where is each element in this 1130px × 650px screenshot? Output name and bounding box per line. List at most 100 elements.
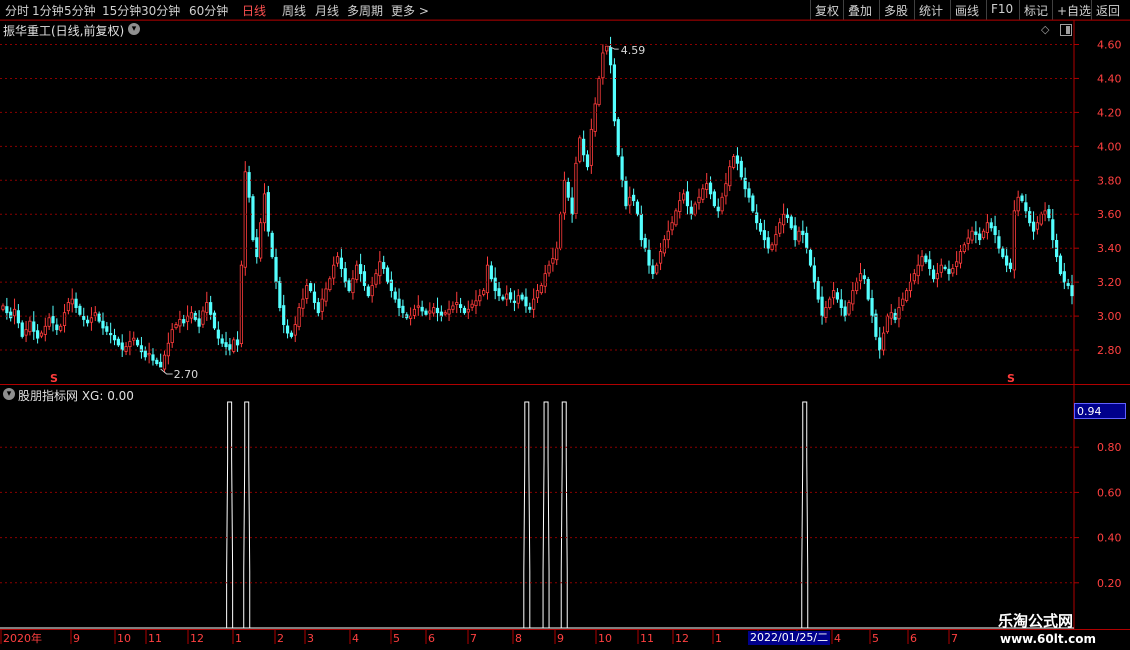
watermark-name: 乐淘公式网: [998, 612, 1074, 630]
candle-body: [478, 295, 482, 302]
candle-body: [966, 237, 970, 244]
candle-body: [951, 268, 955, 274]
candle-body: [82, 316, 86, 320]
candle-body: [439, 311, 443, 317]
candle-body: [758, 223, 763, 232]
candle-body: [885, 315, 890, 333]
candle-body: [789, 216, 793, 229]
candle-body: [1035, 222, 1039, 230]
candle-body: [970, 230, 974, 241]
candle-body: [978, 233, 982, 241]
indicator-tick-label: 0.40: [1097, 532, 1122, 545]
candle-body: [905, 290, 909, 301]
candle-body: [1005, 255, 1009, 266]
candle-body: [1062, 271, 1066, 283]
candle-body: [370, 285, 374, 297]
candle-body: [397, 298, 401, 309]
candle-body: [447, 308, 451, 315]
candle-body: [678, 200, 682, 212]
candle-body: [747, 188, 751, 198]
candle-body: [212, 312, 217, 329]
diamond-icon[interactable]: ◇: [1041, 23, 1049, 36]
candle-body: [462, 307, 467, 314]
candle-body: [424, 310, 428, 315]
time-label: 4: [352, 632, 359, 645]
candle-body: [924, 255, 928, 263]
candle-body: [897, 307, 901, 320]
candle-body: [43, 325, 47, 335]
candle-body: [797, 230, 801, 242]
time-label: 11: [640, 632, 654, 645]
candle-body: [266, 192, 270, 232]
time-label: 5: [393, 632, 400, 645]
candle-body: [955, 261, 959, 267]
candle-body: [732, 156, 736, 168]
candle-body: [309, 283, 313, 292]
candle-body: [597, 78, 601, 105]
candle-body: [382, 262, 386, 269]
candle-body: [812, 265, 816, 283]
candle-body: [312, 291, 317, 303]
candle-body: [928, 259, 932, 269]
candle-body: [632, 194, 636, 202]
price-tick-label: 4.00: [1097, 140, 1122, 153]
candle-body: [12, 308, 17, 317]
candle-body: [858, 273, 863, 282]
candle-body: [874, 313, 878, 337]
time-label: 12: [675, 632, 689, 645]
candle-body: [997, 236, 1001, 249]
candle-body: [705, 183, 709, 190]
signal-spike: [801, 401, 809, 628]
chevron-down-icon[interactable]: ▾: [3, 388, 15, 400]
candle-body: [243, 171, 247, 268]
candle-body: [262, 193, 267, 224]
candle-body: [5, 306, 9, 314]
candle-body: [435, 307, 440, 314]
price-tick-label: 2.80: [1097, 344, 1122, 357]
candle-body: [878, 337, 882, 351]
candle-body: [670, 222, 674, 231]
s-marker: S: [50, 372, 58, 385]
time-label: 6: [428, 632, 435, 645]
price-tick-label: 3.20: [1097, 276, 1122, 289]
candle-body: [908, 281, 913, 292]
candle-body: [870, 298, 874, 317]
signal-spike: [523, 401, 531, 628]
candle-body: [739, 160, 743, 178]
price-chart[interactable]: 4.60 4.40 4.20 4.00 3.80 3.60 3.40 3.20 3.00 2.80…: [0, 0, 1130, 650]
candle-body: [366, 286, 370, 297]
time-label: 1: [715, 632, 722, 645]
candle-body: [24, 329, 28, 336]
candle-body: [943, 266, 947, 269]
candle-body: [1039, 213, 1043, 225]
candle-body: [501, 296, 505, 300]
panel-toggle-icon[interactable]: [1060, 24, 1072, 36]
candle-body: [16, 310, 20, 324]
candle-body: [839, 299, 843, 309]
candle-body: [20, 322, 24, 337]
candle-body: [470, 303, 474, 308]
candle-body: [278, 281, 282, 309]
chevron-down-icon[interactable]: ▾: [128, 23, 140, 35]
candle-body: [562, 179, 567, 214]
candle-body: [355, 264, 359, 280]
candle-body: [151, 354, 155, 361]
candle-body: [697, 196, 701, 204]
candle-body: [474, 300, 478, 306]
candle-body: [228, 344, 232, 351]
candle-body: [712, 191, 716, 207]
candle-body: [89, 317, 94, 323]
candle-body: [574, 162, 578, 214]
candle-body: [974, 231, 978, 236]
candle-body: [762, 230, 766, 241]
candle-body: [601, 52, 605, 79]
candle-body: [458, 304, 463, 309]
candle-body: [143, 350, 147, 358]
candle-body: [39, 332, 44, 337]
candle-body: [1008, 262, 1013, 269]
candle-body: [555, 247, 559, 261]
candle-body: [489, 265, 493, 280]
candle-body: [162, 354, 167, 370]
s-marker: S: [1007, 372, 1015, 385]
candle-body: [1028, 211, 1032, 224]
